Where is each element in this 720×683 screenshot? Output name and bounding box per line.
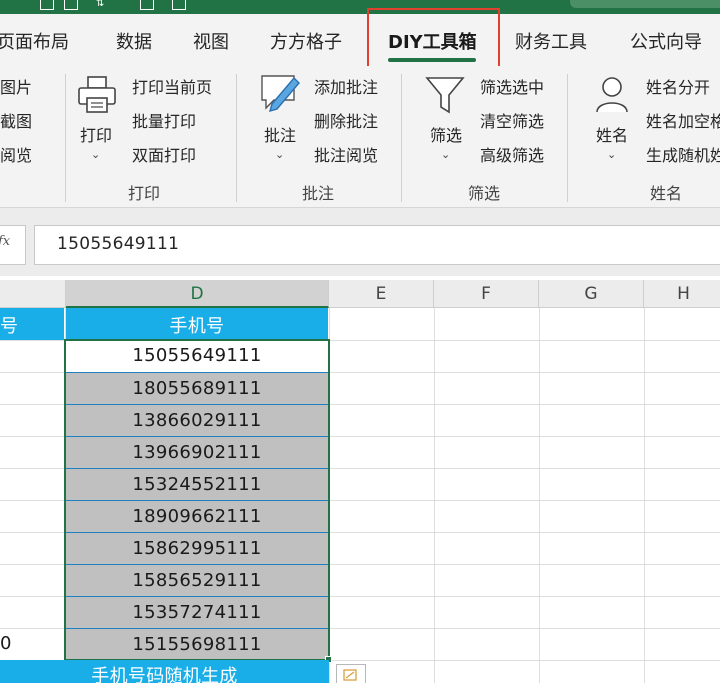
printer-icon[interactable]	[76, 74, 118, 116]
funnel-icon[interactable]	[424, 74, 466, 116]
tab-data[interactable]: 数据	[116, 28, 152, 54]
print-current-page[interactable]: 打印当前页	[132, 74, 212, 98]
selection-outline	[64, 339, 330, 661]
gridline	[434, 308, 435, 683]
chevron-down-icon[interactable]: ⌄	[607, 148, 616, 161]
column-header-g[interactable]: G	[539, 280, 644, 308]
footer-banner[interactable]: 手机号码随机生成	[0, 660, 329, 683]
spreadsheet-grid: D E F G H 号 手机号 15055649111 18055689111 …	[0, 276, 720, 683]
ribbon-item-screenshot[interactable]: 截图	[0, 108, 32, 132]
ribbon-item-view[interactable]: 阅览	[0, 142, 32, 166]
batch-print[interactable]: 批量打印	[132, 108, 196, 132]
partial-cell-value[interactable]: 0	[0, 628, 12, 660]
person-icon[interactable]	[594, 74, 630, 116]
column-header-e[interactable]: E	[329, 280, 434, 308]
quick-analysis-icon[interactable]	[336, 664, 366, 683]
name-add-space[interactable]: 姓名加空格	[646, 108, 720, 132]
header-cell-c[interactable]: 号	[0, 308, 64, 340]
clear-filter[interactable]: 清空筛选	[480, 108, 544, 132]
group-label-print: 打印	[128, 184, 161, 203]
column-header-h[interactable]: H	[644, 280, 720, 308]
pencil-comment-icon[interactable]	[256, 70, 302, 116]
header-cell-phone[interactable]: 手机号	[66, 308, 328, 340]
column-header-d[interactable]: D	[66, 280, 329, 308]
chevron-down-icon[interactable]: ⌄	[91, 148, 100, 161]
tab-view[interactable]: 视图	[193, 28, 229, 54]
chevron-down-icon[interactable]: ⌄	[441, 148, 450, 161]
gridline	[539, 308, 540, 683]
duplex-print[interactable]: 双面打印	[132, 142, 196, 166]
view-comments[interactable]: 批注阅览	[314, 142, 378, 166]
advanced-filter[interactable]: 高级筛选	[480, 142, 544, 166]
print-preview-icon[interactable]	[172, 0, 186, 10]
tab-finance-tools[interactable]: 财务工具	[515, 28, 587, 54]
group-label-filter: 筛选	[468, 184, 501, 203]
table-icon[interactable]	[140, 0, 154, 10]
add-comment[interactable]: 添加批注	[314, 74, 378, 98]
quick-access-icon[interactable]	[64, 0, 78, 10]
name-button-label[interactable]: 姓名	[596, 122, 628, 146]
formula-value: 15055649111	[57, 234, 180, 254]
title-bar: ⇅	[0, 0, 720, 14]
search-box[interactable]	[570, 0, 720, 8]
column-header-c[interactable]	[0, 280, 66, 308]
generate-random-name[interactable]: 生成随机姓	[646, 142, 720, 166]
print-button-label[interactable]: 打印	[80, 122, 112, 146]
tab-page-layout[interactable]: 页面布局	[0, 28, 69, 54]
formula-bar: fx 15055649111	[0, 208, 720, 276]
formula-input[interactable]: 15055649111	[34, 225, 720, 265]
chevron-down-icon[interactable]: ⌄	[275, 148, 284, 161]
filter-button-label[interactable]: 筛选	[430, 122, 462, 146]
group-separator	[65, 74, 66, 202]
group-separator	[567, 74, 568, 202]
column-header-f[interactable]: F	[434, 280, 539, 308]
delete-comment[interactable]: 删除批注	[314, 108, 378, 132]
ribbon-tabs: 页面布局 数据 视图 方方格子 DIY工具箱 财务工具 公式向导	[0, 14, 720, 66]
group-separator	[236, 74, 237, 202]
group-label-name: 姓名	[650, 184, 683, 203]
gridline	[644, 308, 645, 683]
tab-fangfange[interactable]: 方方格子	[270, 28, 342, 54]
filter-selected[interactable]: 筛选选中	[480, 74, 544, 98]
tab-formula-wizard[interactable]: 公式向导	[630, 28, 702, 54]
sort-icon[interactable]: ⇅	[96, 0, 110, 10]
comment-button-label[interactable]: 批注	[264, 122, 296, 146]
group-separator	[401, 74, 402, 202]
fx-icon[interactable]: fx	[0, 225, 26, 265]
group-label-comment: 批注	[302, 184, 335, 203]
ribbon-item-image[interactable]: 图片	[0, 74, 32, 98]
save-icon[interactable]	[40, 0, 54, 10]
split-name[interactable]: 姓名分开	[646, 74, 710, 98]
ribbon-panel: 图片 截图 阅览 打印 ⌄ 打印当前页 批量打印 双面打印 打印 批注 ⌄ 添加…	[0, 66, 720, 208]
